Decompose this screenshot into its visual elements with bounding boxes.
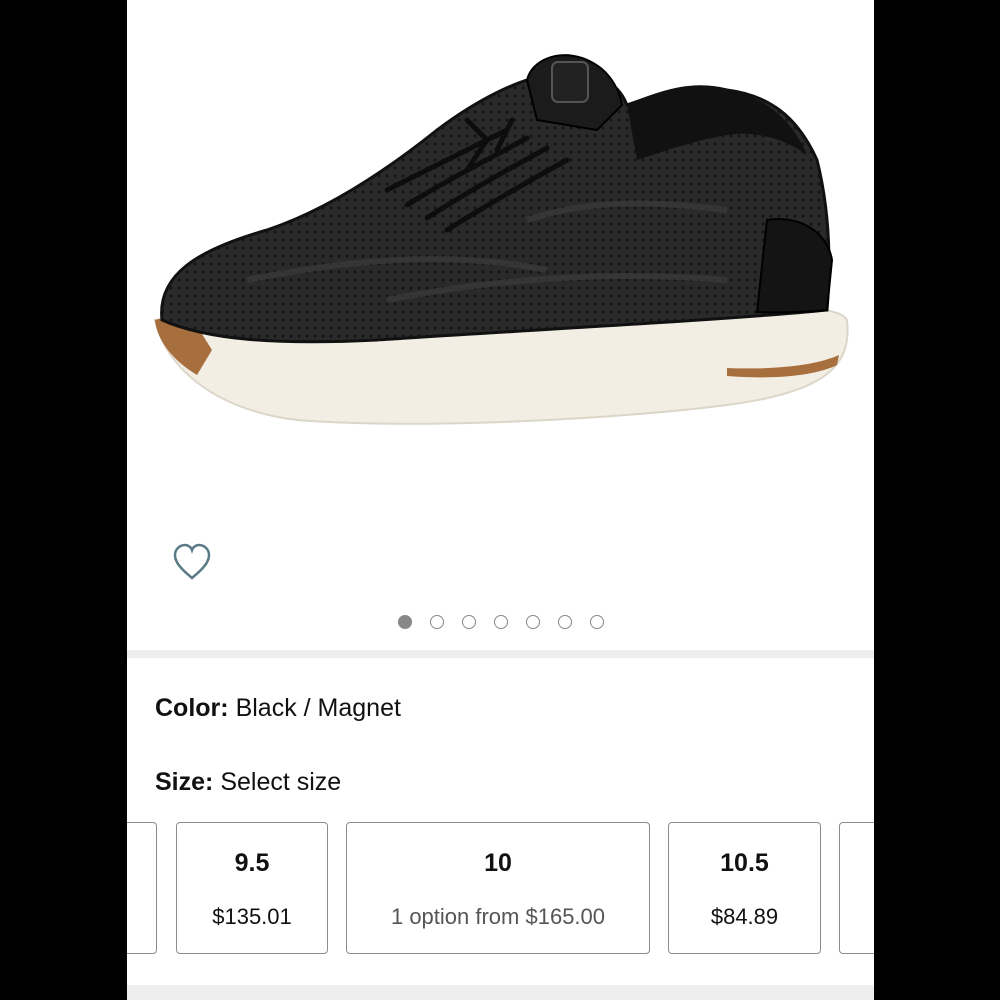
color-row: Color: Black / Magnet: [155, 690, 855, 726]
size-option-name: 9.5: [234, 849, 270, 877]
section-divider-bottom: [127, 985, 874, 1000]
pagination-dot-7[interactable]: [589, 615, 604, 629]
size-option-price: $84.89: [710, 904, 779, 929]
color-value: Black / Magnet: [235, 694, 401, 722]
product-image-carousel[interactable]: [127, 0, 874, 650]
pagination-dot-5[interactable]: [525, 615, 540, 629]
size-value: Select size: [220, 768, 342, 796]
product-image: [153, 54, 849, 425]
pagination-dot-3[interactable]: [461, 615, 476, 629]
size-option-9-5[interactable]: 9.5 $135.01: [176, 822, 328, 954]
color-label: Color:: [155, 694, 229, 722]
size-option-price: 1 option from $165.00: [390, 904, 606, 929]
size-option-partial-left[interactable]: [127, 822, 157, 954]
pagination-dot-6[interactable]: [557, 615, 572, 629]
pagination-dot-4[interactable]: [493, 615, 508, 629]
variation-info: Color: Black / Magnet Size: Select size: [155, 690, 855, 800]
size-option-10-5[interactable]: 10.5 $84.89: [668, 822, 821, 954]
section-divider: [127, 650, 874, 658]
size-selector[interactable]: 9.5 $135.01 10 1 option from $165.00 10.…: [127, 822, 874, 956]
size-label: Size:: [155, 768, 214, 796]
pagination-dot-2[interactable]: [429, 615, 444, 629]
size-option-partial-right[interactable]: [839, 822, 874, 954]
heart-icon[interactable]: [171, 541, 213, 583]
size-option-name: 10: [484, 849, 512, 877]
size-row: Size: Select size: [155, 764, 855, 800]
size-option-10[interactable]: 10 1 option from $165.00: [346, 822, 650, 954]
pagination-dot-1[interactable]: [397, 615, 412, 629]
image-pagination: [127, 615, 874, 633]
size-option-price: $135.01: [212, 904, 292, 929]
size-option-name: 10.5: [720, 849, 769, 877]
product-screen: Color: Black / Magnet Size: Select size …: [127, 0, 874, 1000]
